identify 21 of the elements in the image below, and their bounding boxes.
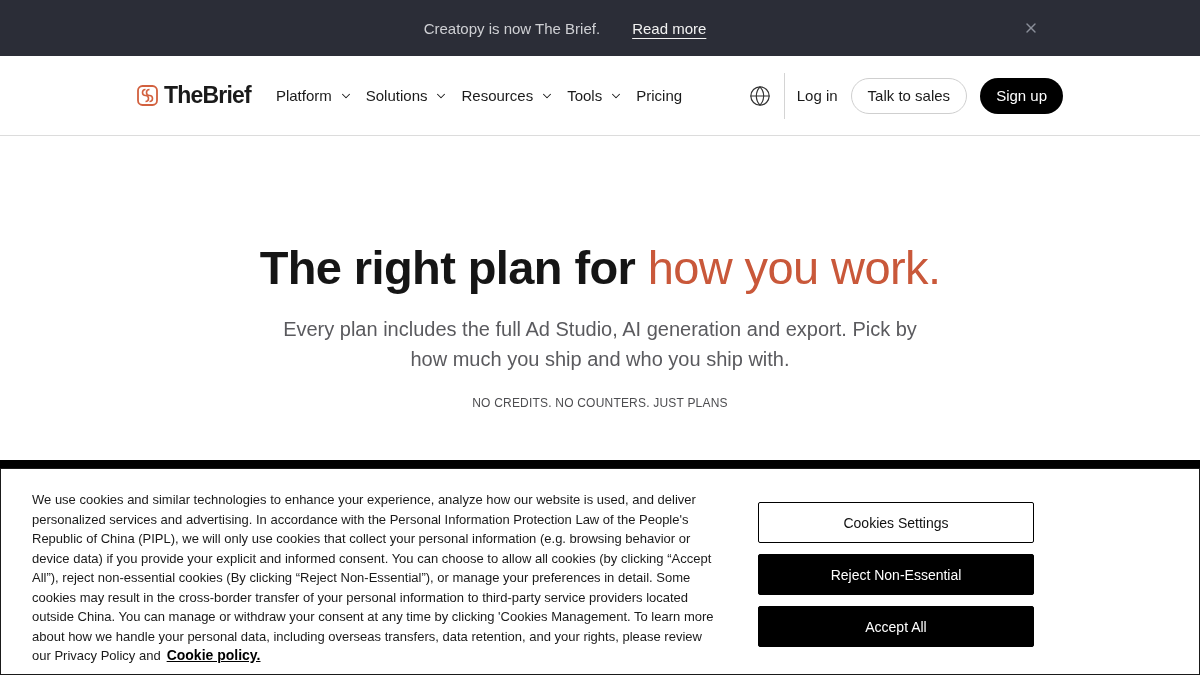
hero-subtitle: Every plan includes the full Ad Studio, AI generation and export. Pick by how much you ship and who you ship with.	[282, 317, 918, 372]
cookie-button[interactable]: Accept All	[758, 606, 1034, 647]
log-in-button[interactable]: Log in	[796, 87, 838, 104]
nav-item[interactable]: Tools	[567, 87, 624, 104]
nav-item[interactable]: Solutions	[365, 87, 449, 104]
cookie-button[interactable]: Cookies Settings	[758, 502, 1034, 543]
tagline-text: NO CREDITS. NO COUNTERS. JUST PLANS	[472, 395, 728, 411]
globe-icon[interactable]	[748, 84, 771, 107]
nav-item[interactable]: Platform	[275, 87, 353, 104]
hero-title: The right plan for how you work.	[259, 240, 941, 296]
cookie-notice-text: We use cookies and similar technologies to enhance your experience, analyze how our website is used, and deliver personalized services and advertising. In accordance with the Personal Information Protection Law of the People's Republic of China (PIPL), we will only use cookies that collect your personal information (e.g. browsing behavior or device data) if you provide your explicit and informed consent. You can choose to allow all cookies (by clicking “Accept All”), reject non-essential cookies (By clicking “Reject Non-Essential”), or manage your preferences in detail. Some cookies may result in the cross-border transfer of your personal information to third-party service providers located outside China. You can manage or withdraw your consent at any time by clicking 'Cookies Management. To learn more about how we handle your personal data, including overseas transfers, data retention, and your rights, please review our Privacy Policy and Cookie policy.	[32, 491, 715, 665]
logo-icon[interactable]	[137, 85, 158, 106]
nav-item[interactable]: Pricing	[636, 87, 683, 104]
cookie-button[interactable]: Reject Non-Essential	[758, 554, 1034, 595]
nav-item[interactable]: Resources	[461, 87, 555, 104]
read-more-link[interactable]: Read more	[632, 19, 707, 37]
cookie-policy-link[interactable]: Cookie policy.	[166, 647, 261, 663]
sign-up-button[interactable]: Sign up	[980, 77, 1063, 114]
logo-text[interactable]: TheBrief	[164, 82, 251, 109]
announcement-text: Creatopy is now The Brief.	[423, 19, 601, 37]
talk-to-sales-button[interactable]: Talk to sales	[850, 77, 968, 114]
